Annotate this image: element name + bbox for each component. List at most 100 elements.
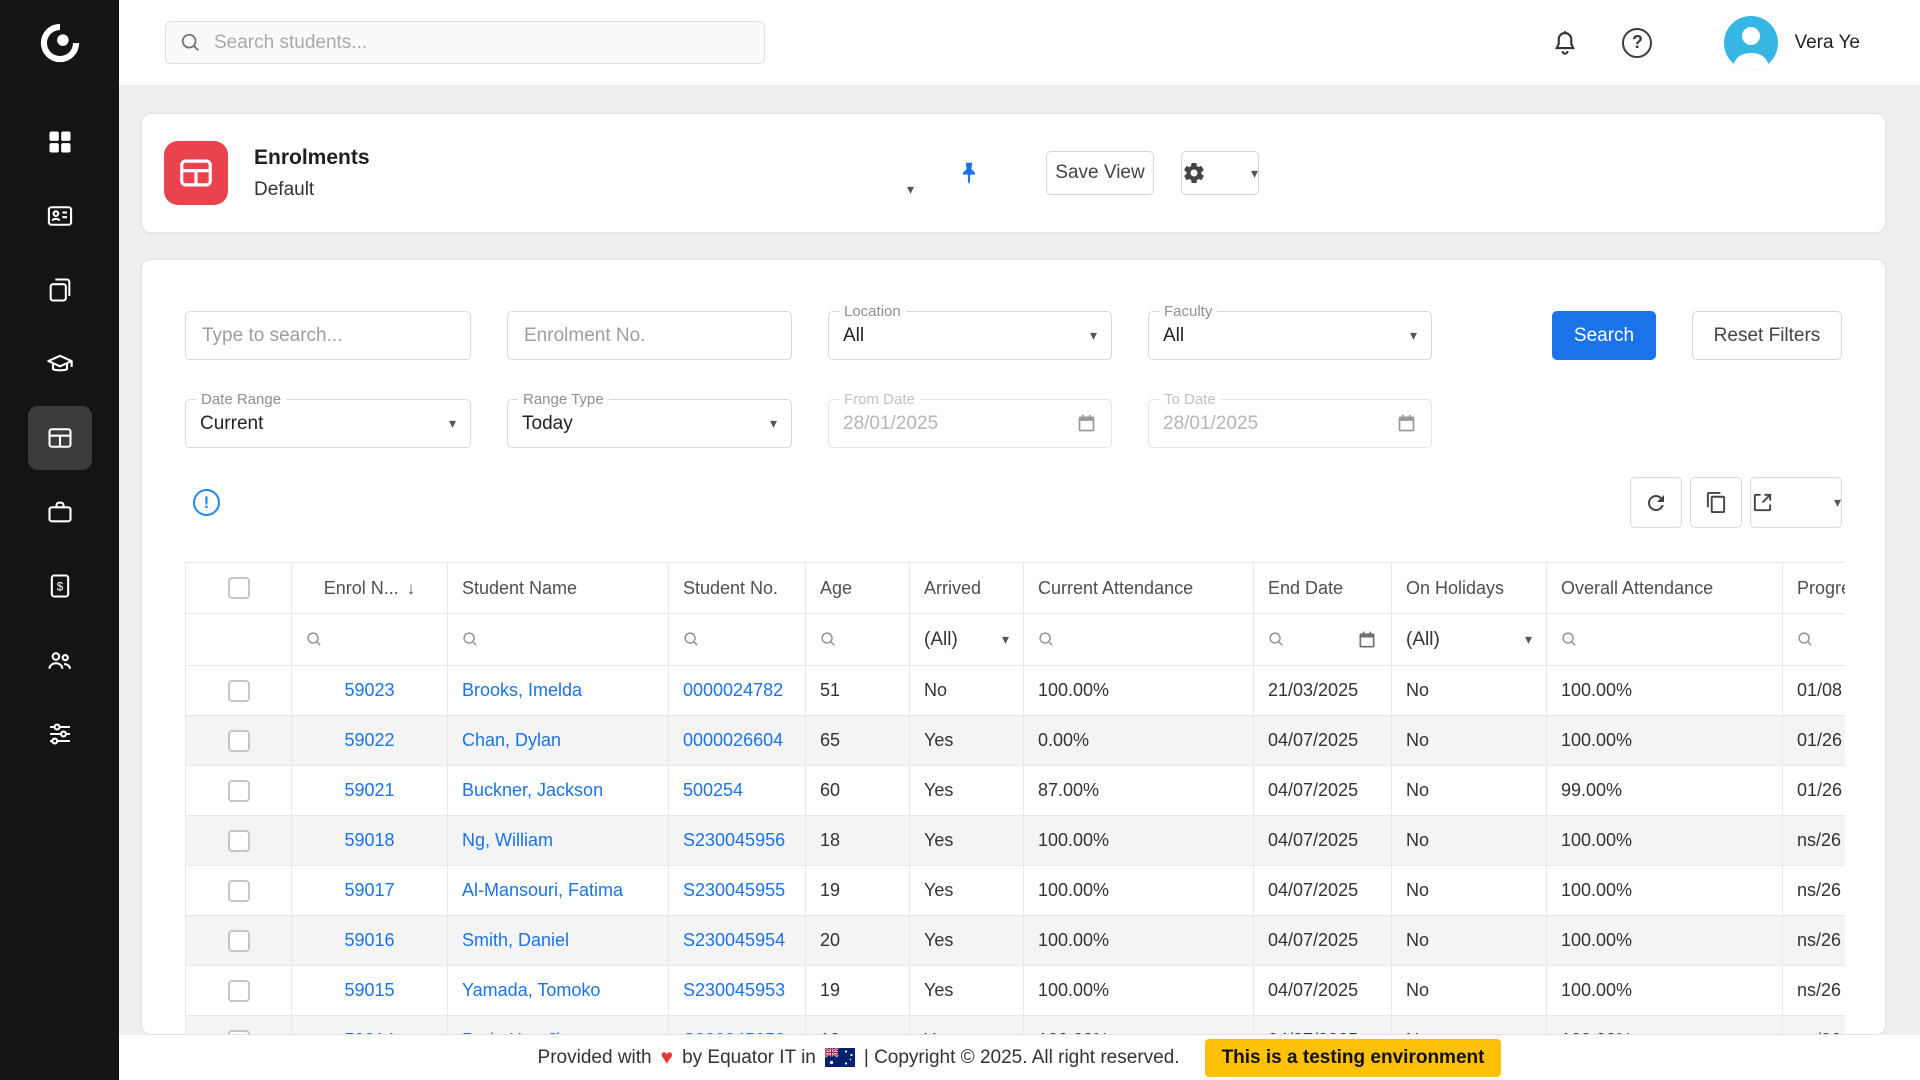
to-date-value: 28/01/2025: [1163, 413, 1258, 435]
filter-arrived[interactable]: (All)▾: [910, 614, 1024, 666]
student-no-link[interactable]: S230045953: [683, 980, 785, 1000]
reset-filters-button[interactable]: Reset Filters: [1692, 311, 1842, 360]
column-header-progress[interactable]: Progress: [1783, 563, 1846, 614]
filter-student-name[interactable]: [448, 614, 669, 666]
enrol-no-link[interactable]: 59016: [344, 930, 394, 950]
date-range-select[interactable]: Date Range Current ▾: [185, 399, 471, 448]
page-header-card: Enrolments Default ▾ Save View ▾: [141, 113, 1886, 233]
search-icon: [462, 631, 479, 648]
on-holidays-cell: No: [1392, 816, 1547, 866]
overall-attendance-cell: 100.00%: [1547, 1016, 1783, 1036]
search-icon: [820, 631, 837, 648]
sidebar-item-contacts[interactable]: [28, 184, 92, 248]
column-header-arrived[interactable]: Arrived: [910, 563, 1024, 614]
enrol-no-link[interactable]: 59023: [344, 680, 394, 700]
refresh-button[interactable]: [1630, 477, 1682, 528]
student-no-link[interactable]: S230045955: [683, 880, 785, 900]
filter-student-no[interactable]: [669, 614, 806, 666]
student-no-link[interactable]: S230045954: [683, 930, 785, 950]
on-holidays-cell: No: [1392, 716, 1547, 766]
column-header-enrol-no[interactable]: Enrol N...↓: [292, 563, 448, 614]
student-search-box[interactable]: [165, 21, 765, 64]
enrol-no-link[interactable]: 59021: [344, 780, 394, 800]
row-checkbox[interactable]: [228, 980, 250, 1002]
sidebar-item-jobs[interactable]: [28, 480, 92, 544]
search-button[interactable]: Search: [1552, 311, 1656, 360]
overall-attendance-cell: 100.00%: [1547, 716, 1783, 766]
filter-progress[interactable]: [1783, 614, 1846, 666]
enrol-no-link[interactable]: 59015: [344, 980, 394, 1000]
filter-age[interactable]: [806, 614, 910, 666]
range-type-select[interactable]: Range Type Today ▾: [507, 399, 792, 448]
column-header-overall-attendance[interactable]: Overall Attendance: [1547, 563, 1783, 614]
view-selector[interactable]: Default ▾: [254, 179, 914, 201]
sidebar-item-documents[interactable]: [28, 258, 92, 322]
faculty-select[interactable]: Faculty All ▾: [1148, 311, 1432, 360]
row-checkbox[interactable]: [228, 780, 250, 802]
row-checkbox[interactable]: [228, 730, 250, 752]
location-select[interactable]: Location All ▾: [828, 311, 1112, 360]
user-avatar[interactable]: [1724, 16, 1778, 70]
student-name-link[interactable]: Al-Mansouri, Fatima: [462, 880, 623, 900]
view-settings-button[interactable]: ▾: [1181, 151, 1259, 195]
info-icon[interactable]: !: [193, 489, 220, 516]
filter-current-attendance[interactable]: [1024, 614, 1254, 666]
app-logo-icon: [0, 0, 119, 86]
filter-enrol-no[interactable]: [292, 614, 448, 666]
sidebar-item-settings[interactable]: [28, 702, 92, 766]
footer-text-1: Provided with: [538, 1047, 652, 1069]
column-header-student-name[interactable]: Student Name: [448, 563, 669, 614]
search-students-input[interactable]: [214, 32, 734, 54]
student-no-link[interactable]: S230045956: [683, 830, 785, 850]
select-all-checkbox[interactable]: [228, 577, 250, 599]
filter-on-holidays[interactable]: (All)▾: [1392, 614, 1547, 666]
column-header-on-holidays[interactable]: On Holidays: [1392, 563, 1547, 614]
help-icon[interactable]: ?: [1622, 28, 1652, 58]
row-checkbox[interactable]: [228, 680, 250, 702]
filter-overall-attendance[interactable]: [1547, 614, 1783, 666]
search-icon: [180, 32, 202, 54]
student-name-link[interactable]: Ng, William: [462, 830, 553, 850]
student-name-link[interactable]: Buckner, Jackson: [462, 780, 603, 800]
student-no-link[interactable]: 0000024782: [683, 680, 783, 700]
row-checkbox[interactable]: [228, 930, 250, 952]
notifications-button[interactable]: [1550, 28, 1580, 58]
column-header-current-attendance[interactable]: Current Attendance: [1024, 563, 1254, 614]
pin-view-button[interactable]: [956, 160, 982, 186]
sidebar-item-dashboard[interactable]: [28, 110, 92, 174]
export-button[interactable]: ▾: [1750, 477, 1842, 528]
column-chooser-button[interactable]: [1690, 477, 1742, 528]
bell-icon: [1550, 28, 1580, 58]
enrol-no-link[interactable]: 59017: [344, 880, 394, 900]
student-name-link[interactable]: Brooks, Imelda: [462, 680, 582, 700]
sidebar-item-invoices[interactable]: $: [28, 554, 92, 618]
column-header-student-no[interactable]: Student No.: [669, 563, 806, 614]
keyword-search-input[interactable]: [185, 311, 471, 360]
sidebar-item-academics[interactable]: [28, 332, 92, 396]
filter-end-date[interactable]: [1254, 614, 1392, 666]
enrol-no-link[interactable]: 59018: [344, 830, 394, 850]
row-checkbox[interactable]: [228, 880, 250, 902]
student-no-link[interactable]: 0000026604: [683, 730, 783, 750]
sidebar-item-enrolments[interactable]: [28, 406, 92, 470]
save-view-button[interactable]: Save View: [1046, 151, 1154, 195]
chevron-down-icon: ▾: [1002, 631, 1009, 648]
sidebar-item-groups[interactable]: [28, 628, 92, 692]
location-label: Location: [839, 303, 906, 320]
student-name-link[interactable]: Smith, Daniel: [462, 930, 569, 950]
column-header-age[interactable]: Age: [806, 563, 910, 614]
on-holidays-cell: No: [1392, 666, 1547, 716]
enrolments-app-icon: [164, 141, 228, 205]
row-checkbox[interactable]: [228, 830, 250, 852]
on-holidays-cell: No: [1392, 966, 1547, 1016]
student-no-link[interactable]: 500254: [683, 780, 743, 800]
user-name[interactable]: Vera Ye: [1794, 32, 1860, 54]
current-attendance-cell: 100.00%: [1024, 966, 1254, 1016]
topbar: ? Vera Ye: [119, 0, 1920, 86]
enrol-no-link[interactable]: 59022: [344, 730, 394, 750]
sidebar: $: [0, 0, 119, 1080]
student-name-link[interactable]: Chan, Dylan: [462, 730, 561, 750]
student-name-link[interactable]: Yamada, Tomoko: [462, 980, 600, 1000]
enrolment-no-input[interactable]: [507, 311, 792, 360]
column-header-end-date[interactable]: End Date: [1254, 563, 1392, 614]
